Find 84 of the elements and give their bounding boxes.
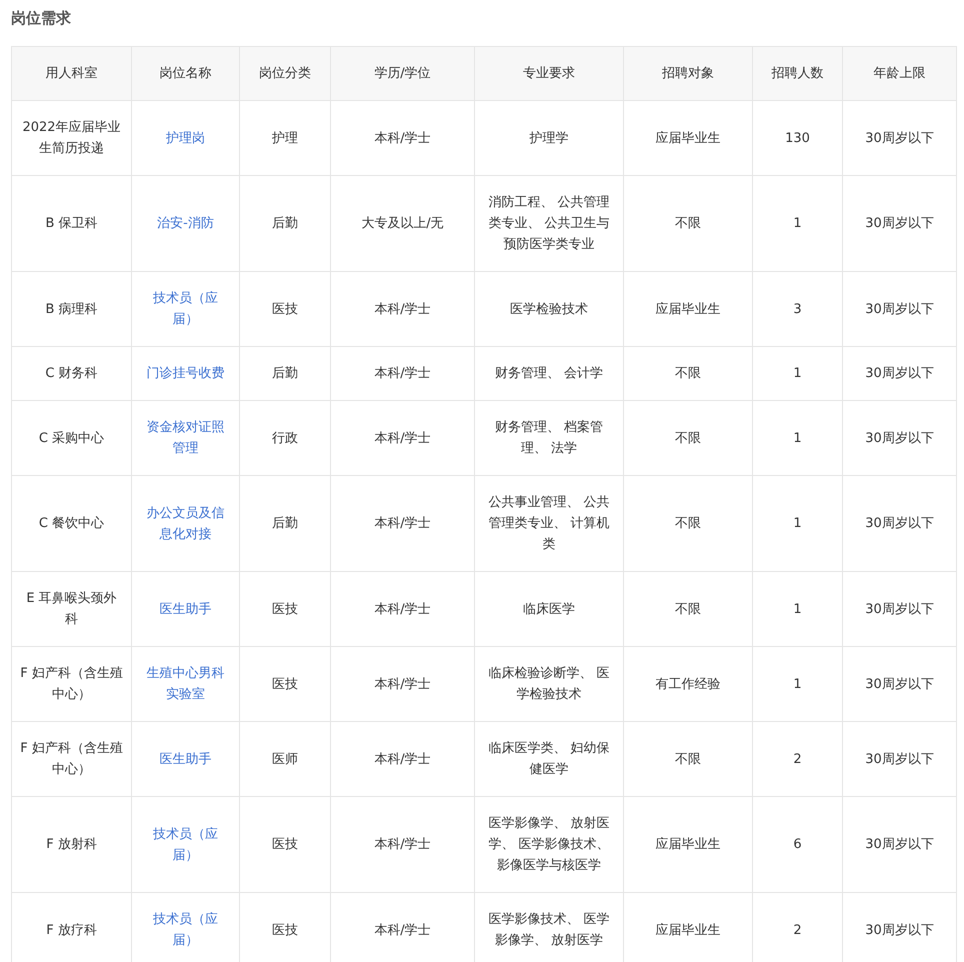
table-cell: 不限 — [624, 476, 752, 572]
table-cell: 30周岁以下 — [842, 176, 956, 272]
table-cell: 30周岁以下 — [842, 400, 956, 476]
table-cell: 30周岁以下 — [842, 796, 956, 892]
table-cell: 医学检验技术 — [474, 272, 624, 346]
table-cell: 本科/学士 — [330, 646, 474, 722]
column-header: 岗位名称 — [132, 46, 240, 100]
table-cell: 1 — [752, 346, 842, 400]
table-cell: 130 — [752, 100, 842, 176]
column-header: 用人科室 — [12, 46, 132, 100]
table-cell: 本科/学士 — [330, 272, 474, 346]
table-cell: 医技 — [240, 796, 330, 892]
table-cell: 本科/学士 — [330, 346, 474, 400]
table-cell: 医技 — [240, 646, 330, 722]
table-cell: C 财务科 — [12, 346, 132, 400]
table-cell: 1 — [752, 400, 842, 476]
table-cell: 本科/学士 — [330, 400, 474, 476]
table-cell: 本科/学士 — [330, 100, 474, 176]
table-cell: 后勤 — [240, 176, 330, 272]
section-title: 岗位需求 — [11, 8, 72, 29]
table-cell: 医师 — [240, 722, 330, 796]
table-cell: 3 — [752, 272, 842, 346]
table-cell: 应届毕业生 — [624, 100, 752, 176]
table-cell: 本科/学士 — [330, 476, 474, 572]
job-link[interactable]: 护理岗 — [166, 128, 205, 148]
table-cell: E 耳鼻喉头颈外科 — [12, 572, 132, 646]
table-cell: 消防工程、 公共管理类专业、 公共卫生与预防医学类专业 — [474, 176, 624, 272]
table-cell: 有工作经验 — [624, 646, 752, 722]
table-cell: 不限 — [624, 400, 752, 476]
table-cell: 不限 — [624, 722, 752, 796]
table-cell: 临床检验诊断学、 医学检验技术 — [474, 646, 624, 722]
table-cell: 大专及以上/无 — [330, 176, 474, 272]
table-cell: 不限 — [624, 346, 752, 400]
table-cell: 医技 — [240, 572, 330, 646]
table-cell: C 餐饮中心 — [12, 476, 132, 572]
table-cell: B 病理科 — [12, 272, 132, 346]
table-cell: F 妇产科（含生殖中心） — [12, 722, 132, 796]
table-cell: F 妇产科（含生殖中心） — [12, 646, 132, 722]
table-cell: 应届毕业生 — [624, 272, 752, 346]
table-cell: 30周岁以下 — [842, 100, 956, 176]
table-cell: 30周岁以下 — [842, 346, 956, 400]
table-cell: F 放疗科 — [12, 892, 132, 962]
table-cell: 护理学 — [474, 100, 624, 176]
table-cell: 行政 — [240, 400, 330, 476]
table-cell: 1 — [752, 476, 842, 572]
column-header: 招聘对象 — [624, 46, 752, 100]
column-header: 招聘人数 — [752, 46, 842, 100]
job-link[interactable]: 医生助手 — [160, 598, 212, 620]
column-header: 学历/学位 — [330, 46, 474, 100]
table-cell: 6 — [752, 796, 842, 892]
table-cell: 30周岁以下 — [842, 646, 956, 722]
table-cell: 1 — [752, 572, 842, 646]
table-cell: 财务管理、 档案管理、 法学 — [474, 400, 624, 476]
table-cell: F 放射科 — [12, 796, 132, 892]
table-cell: 30周岁以下 — [842, 476, 956, 572]
table-cell: 后勤 — [240, 476, 330, 572]
table-cell: 本科/学士 — [330, 796, 474, 892]
table-cell: 本科/学士 — [330, 572, 474, 646]
table-cell: C 采购中心 — [12, 400, 132, 476]
table-cell: 2 — [752, 722, 842, 796]
table-cell: 1 — [752, 646, 842, 722]
table-cell: B 保卫科 — [12, 176, 132, 272]
table-cell: 医学影像学、 放射医学、 医学影像技术、影像医学与核医学 — [474, 796, 624, 892]
table-cell: 30周岁以下 — [842, 572, 956, 646]
column-header: 岗位分类 — [240, 46, 330, 100]
table-cell: 1 — [752, 176, 842, 272]
table-cell: 临床医学 — [474, 572, 624, 646]
table-cell: 应届毕业生 — [624, 796, 752, 892]
table-cell: 30周岁以下 — [842, 272, 956, 346]
job-link[interactable]: 医生助手 — [160, 748, 212, 770]
table-cell: 临床医学类、 妇幼保健医学 — [474, 722, 624, 796]
column-header: 专业要求 — [474, 46, 624, 100]
table-cell: 本科/学士 — [330, 722, 474, 796]
table-cell: 护理 — [240, 100, 330, 176]
table-cell: 不限 — [624, 572, 752, 646]
table-cell: 医技 — [240, 272, 330, 346]
table-cell: 2022年应届毕业生简历投递 — [12, 100, 132, 176]
table-cell: 公共事业管理、 公共管理类专业、 计算机类 — [474, 476, 624, 572]
table-cell: 财务管理、 会计学 — [474, 346, 624, 400]
table-cell: 30周岁以下 — [842, 722, 956, 796]
table-cell: 后勤 — [240, 346, 330, 400]
column-header: 年龄上限 — [842, 46, 956, 100]
job-link[interactable]: 治安-消防 — [157, 213, 214, 234]
table-cell: 不限 — [624, 176, 752, 272]
